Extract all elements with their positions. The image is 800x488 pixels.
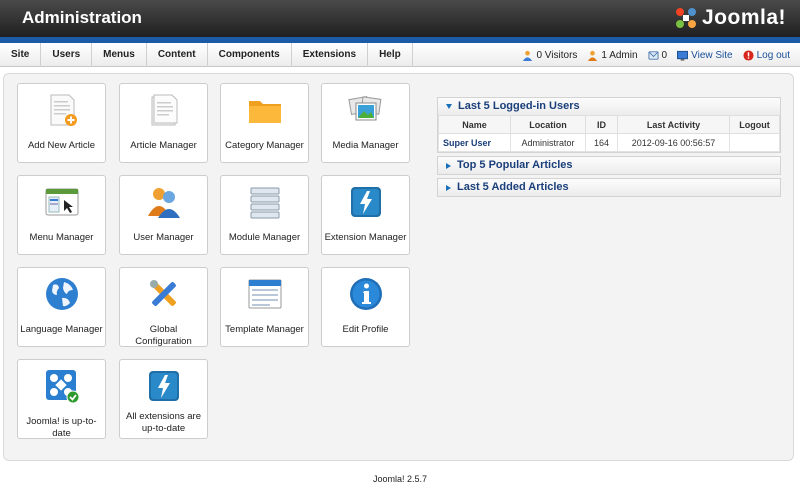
added-articles-header[interactable]: Last 5 Added Articles: [438, 179, 780, 196]
admin-icon: [588, 50, 598, 61]
messages-count: 0: [661, 49, 668, 61]
menu-content[interactable]: Content: [147, 43, 208, 67]
joomla-update-icon: [46, 370, 80, 404]
user-location: Administrator: [510, 133, 586, 152]
table-header-row: Name Location ID Last Activity Logout: [438, 115, 780, 134]
joomla-logo: Joomla!: [674, 5, 786, 31]
folder-icon: [249, 101, 281, 123]
joomla-logo-icon: [675, 8, 696, 28]
visitors-count: 0 Visitors: [536, 49, 578, 61]
user-name-link[interactable]: Super User: [438, 133, 511, 152]
tile-label: Media Manager: [332, 140, 399, 151]
info-icon: [350, 278, 382, 310]
globe-icon: [46, 278, 78, 310]
template-icon: [248, 279, 282, 309]
tools-icon: [150, 280, 176, 306]
visitors-icon: [523, 50, 533, 61]
tile-label: All extensions are up-to-date: [126, 411, 201, 434]
messages-icon: [648, 50, 659, 60]
menu-bar: Site Users Menus Content Components Exte…: [0, 43, 800, 67]
view-site-label: View Site: [691, 49, 733, 61]
tile-label: Module Manager: [228, 232, 301, 243]
logout-link[interactable]: Log out: [743, 50, 790, 61]
main-menu: Site Users Menus Content Components Exte…: [0, 43, 413, 67]
collapsed-arrow-icon: [446, 162, 451, 169]
dashboard-modules: Last 5 Logged-in Users Name Location ID …: [437, 97, 781, 200]
logged-in-users-header[interactable]: Last 5 Logged-in Users: [438, 98, 780, 115]
added-articles-module: Last 5 Added Articles: [437, 178, 781, 197]
tile-label: Extension Manager: [324, 232, 407, 243]
add-article-icon: [50, 94, 77, 126]
admins-count: 1 Admin: [601, 49, 638, 61]
extension-icon: [351, 187, 381, 217]
media-icon: [348, 95, 382, 121]
monitor-icon: [677, 50, 689, 61]
tile-global-configuration[interactable]: Global Configuration: [119, 267, 208, 347]
user-last-activity: 2012-09-16 00:56:57: [617, 133, 730, 152]
tile-edit-profile[interactable]: Edit Profile: [321, 267, 410, 347]
tile-label: Global Configuration: [135, 324, 192, 347]
menu-icon: [45, 188, 79, 216]
menu-menus[interactable]: Menus: [92, 43, 147, 67]
menu-extensions[interactable]: Extensions: [292, 43, 369, 67]
popular-articles-module: Top 5 Popular Articles: [437, 156, 781, 175]
tile-label: Joomla! is up-to-date: [26, 416, 97, 439]
tile-category-manager[interactable]: Category Manager: [220, 83, 309, 163]
tile-label: Article Manager: [130, 140, 197, 151]
column-header: Name: [438, 115, 511, 134]
column-header: Last Activity: [617, 115, 730, 134]
user-id: 164: [585, 133, 618, 152]
tile-add-new-article[interactable]: Add New Article: [17, 83, 106, 163]
tile-language-manager[interactable]: Language Manager: [17, 267, 106, 347]
tile-template-manager[interactable]: Template Manager: [220, 267, 309, 347]
user-logout: [729, 133, 780, 152]
admins-status: 1 Admin: [587, 49, 638, 61]
tile-user-manager[interactable]: User Manager: [119, 175, 208, 255]
users-icon: [148, 188, 180, 218]
collapsed-arrow-icon: [446, 184, 451, 191]
visitors-status: 0 Visitors: [522, 50, 577, 61]
tile-extension-manager[interactable]: Extension Manager: [321, 175, 410, 255]
module-title: Last 5 Added Articles: [457, 181, 569, 193]
tile-label: Add New Article: [27, 140, 96, 151]
tile-menu-manager[interactable]: Menu Manager: [17, 175, 106, 255]
tile-media-manager[interactable]: Media Manager: [321, 83, 410, 163]
menu-users[interactable]: Users: [41, 43, 93, 67]
popular-articles-header[interactable]: Top 5 Popular Articles: [438, 157, 780, 174]
expanded-arrow-icon: [446, 104, 452, 109]
logged-in-users-module: Last 5 Logged-in Users Name Location ID …: [437, 97, 781, 153]
extension-update-icon: [149, 371, 179, 401]
logout-icon: [743, 49, 754, 61]
tile-label: Language Manager: [20, 324, 103, 335]
article-manager-icon: [151, 94, 178, 126]
menu-help[interactable]: Help: [368, 43, 413, 67]
logo-text: Joomla!: [701, 6, 786, 29]
logout-label: Log out: [756, 49, 790, 61]
tile-article-manager[interactable]: Article Manager: [119, 83, 208, 163]
view-site-link[interactable]: View Site: [677, 50, 733, 61]
tile-extensions-update[interactable]: All extensions are up-to-date: [119, 359, 208, 439]
module-title: Top 5 Popular Articles: [457, 159, 573, 171]
menu-site[interactable]: Site: [0, 43, 42, 67]
admin-header: Administration Joomla!: [0, 0, 800, 37]
tile-joomla-update[interactable]: Joomla! is up-to-date: [17, 359, 106, 439]
column-header: Location: [510, 115, 586, 134]
tile-label: Template Manager: [225, 324, 304, 335]
module-icon: [250, 187, 280, 219]
footer-version: Joomla! 2.5.7: [372, 474, 428, 484]
tile-label: Category Manager: [225, 140, 304, 151]
column-header: Logout: [729, 115, 780, 134]
tile-label: User Manager: [133, 232, 194, 243]
tile-module-manager[interactable]: Module Manager: [220, 175, 309, 255]
status-bar: 0 Visitors 1 Admin 0 View Site Log out: [522, 43, 790, 67]
tile-label: Edit Profile: [342, 324, 389, 335]
logged-in-users-table: Name Location ID Last Activity Logout Su…: [438, 115, 780, 152]
module-title: Last 5 Logged-in Users: [458, 100, 580, 112]
messages-status[interactable]: 0: [648, 49, 668, 61]
menu-components[interactable]: Components: [208, 43, 292, 67]
column-header: ID: [585, 115, 618, 134]
table-row: Super User Administrator 164 2012-09-16 …: [438, 133, 780, 152]
tile-label: Menu Manager: [29, 232, 94, 243]
page-title: Administration: [22, 8, 142, 27]
